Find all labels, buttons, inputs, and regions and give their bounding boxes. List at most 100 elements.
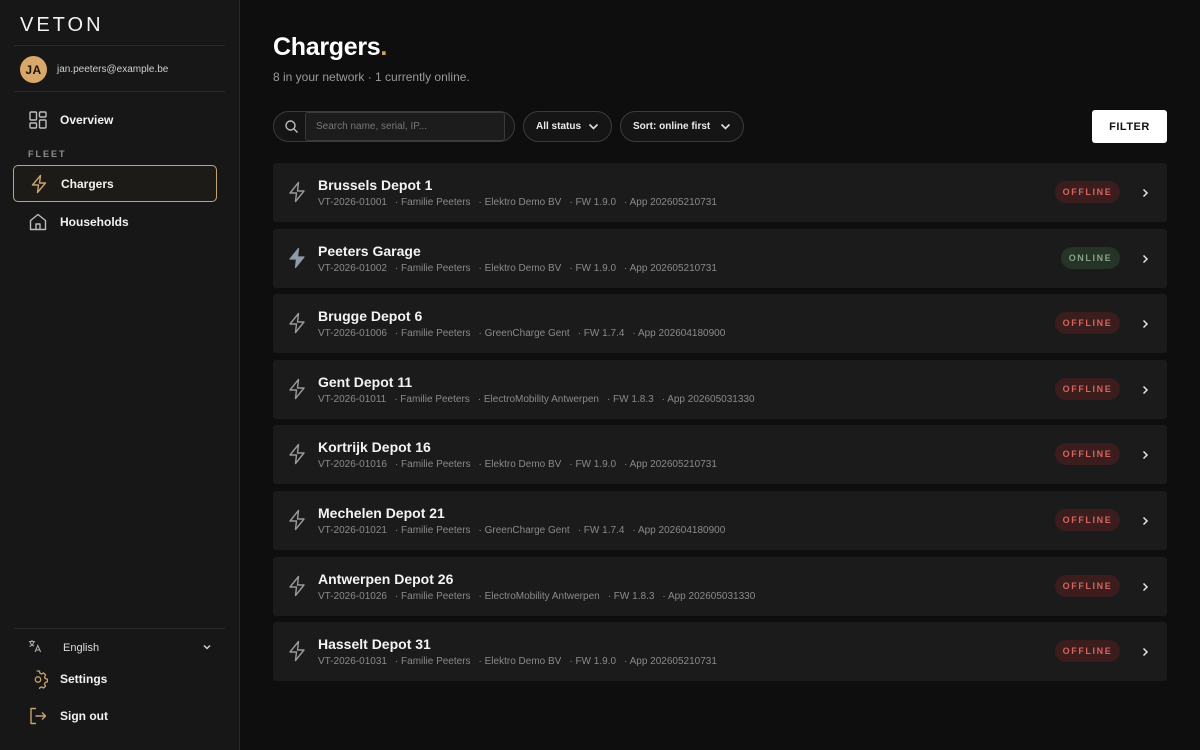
chevron-right-icon: [1139, 645, 1151, 663]
charger-household: · Familie Peeters: [394, 656, 471, 667]
charger-app-version: · App 202605210731: [624, 197, 717, 208]
search-box[interactable]: [273, 111, 515, 142]
chevron-right-icon: [1139, 317, 1151, 335]
charger-name: Brussels Depot 1: [318, 177, 433, 193]
charger-app-version: · App 202605031330: [662, 591, 756, 602]
sidebar-divider: [14, 45, 225, 46]
bolt-icon: [287, 181, 307, 208]
charger-installer: · GreenCharge Gent: [478, 328, 570, 339]
charger-installer: · ElectroMobility Antwerpen: [478, 591, 600, 602]
sidebar-divider: [14, 628, 225, 629]
logout-icon: [27, 705, 49, 727]
charger-row[interactable]: Mechelen Depot 21 VT-2026-01021 · Familie…: [273, 491, 1167, 550]
bolt-icon: [287, 443, 307, 470]
charger-app-version: · App 202605210731: [624, 263, 717, 274]
user-email: jan.peeters@example.be: [57, 64, 169, 75]
charger-installer: · Elektro Demo BV: [478, 459, 562, 470]
charger-app-version: · App 202604180900: [632, 525, 726, 536]
status-badge: OFFLINE: [1055, 575, 1120, 597]
charger-serial: VT-2026-01021: [318, 525, 387, 536]
charger-firmware: · FW 1.9.0: [569, 656, 617, 667]
status-filter-dropdown[interactable]: All status: [523, 111, 612, 142]
charger-serial: VT-2026-01031: [318, 656, 387, 667]
charger-name: Gent Depot 11: [318, 374, 413, 390]
charger-app-version: · App 202605210731: [624, 656, 717, 667]
charger-installer: · GreenCharge Gent: [478, 525, 570, 536]
bolt-icon: [287, 247, 307, 274]
search-input[interactable]: [305, 112, 505, 141]
app-logo[interactable]: VETON: [20, 14, 104, 37]
charger-row[interactable]: Brugge Depot 6 VT-2026-01006 · Familie Pe…: [273, 294, 1167, 353]
chevron-right-icon: [1139, 514, 1151, 532]
charger-household: · Familie Peeters: [394, 328, 471, 339]
charger-row[interactable]: Brussels Depot 1 VT-2026-01001 · Familie …: [273, 163, 1167, 222]
sidebar-item-settings[interactable]: Settings: [13, 660, 217, 697]
sidebar-item-overview[interactable]: Overview: [13, 101, 217, 138]
charger-name: Mechelen Depot 21: [318, 505, 445, 521]
charger-meta: VT-2026-01031 · Familie Peeters · Elektro …: [318, 656, 725, 667]
charger-installer: · Elektro Demo BV: [478, 263, 562, 274]
sort-dropdown[interactable]: Sort: online first: [620, 111, 744, 142]
charger-firmware: · FW 1.9.0: [569, 459, 617, 470]
chevron-right-icon: [1139, 252, 1151, 270]
sidebar-item-signout[interactable]: Sign out: [13, 697, 217, 734]
charger-serial: VT-2026-01001: [318, 197, 387, 208]
charger-firmware: · FW 1.7.4: [577, 525, 625, 536]
sidebar-item-label: Overview: [60, 112, 114, 127]
charger-app-version: · App 202605210731: [624, 459, 717, 470]
charger-installer: · Elektro Demo BV: [478, 197, 562, 208]
status-badge: ONLINE: [1061, 247, 1120, 269]
home-icon: [27, 211, 49, 233]
avatar[interactable]: JA: [20, 56, 47, 83]
charger-firmware: · FW 1.9.0: [569, 263, 617, 274]
charger-serial: VT-2026-01002: [318, 263, 387, 274]
chevron-down-icon: [202, 639, 212, 657]
charger-serial: VT-2026-01026: [318, 591, 387, 602]
sidebar-item-households[interactable]: Households: [13, 203, 217, 240]
status-badge: OFFLINE: [1055, 509, 1120, 531]
charger-name: Peeters Garage: [318, 243, 421, 259]
sidebar: VETON JA jan.peeters@example.be Overview…: [0, 0, 240, 750]
chevron-down-icon: [719, 120, 732, 138]
charger-household: · Familie Peeters: [394, 394, 470, 405]
bolt-icon: [287, 378, 307, 405]
status-filter-label: All status: [536, 121, 582, 132]
charger-row[interactable]: Hasselt Depot 31 VT-2026-01031 · Familie …: [273, 622, 1167, 681]
sidebar-divider: [14, 91, 225, 92]
sidebar-item-label: Chargers: [61, 176, 114, 191]
charger-row[interactable]: Peeters Garage VT-2026-01002 · Familie Pe…: [273, 229, 1167, 288]
page-title-text: Chargers: [273, 33, 381, 61]
charger-name: Antwerpen Depot 26: [318, 571, 454, 587]
user-profile[interactable]: JA jan.peeters@example.be: [20, 56, 168, 83]
charger-household: · Familie Peeters: [394, 459, 471, 470]
charger-household: · Familie Peeters: [394, 197, 471, 208]
filter-button[interactable]: FILTER: [1092, 110, 1167, 143]
charger-meta: VT-2026-01021 · Familie Peeters · GreenCha…: [318, 525, 733, 536]
charger-meta: VT-2026-01011 · Familie Peeters · ElectroM…: [318, 394, 763, 405]
status-badge: OFFLINE: [1055, 378, 1120, 400]
status-badge: OFFLINE: [1055, 312, 1120, 334]
sidebar-item-label: Households: [60, 214, 129, 229]
charger-meta: VT-2026-01002 · Familie Peeters · Elektro …: [318, 263, 725, 274]
page-title-dot: .: [380, 33, 388, 61]
status-badge: OFFLINE: [1055, 443, 1120, 465]
gear-icon: [27, 668, 49, 690]
sidebar-item-label: Sign out: [60, 708, 108, 723]
charger-app-version: · App 202604180900: [632, 328, 726, 339]
page-subtitle: 8 in your network · 1 currently online.: [273, 70, 470, 84]
charger-household: · Familie Peeters: [394, 525, 471, 536]
chevron-right-icon: [1139, 580, 1151, 598]
status-badge: OFFLINE: [1055, 181, 1120, 203]
charger-row[interactable]: Kortrijk Depot 16 VT-2026-01016 · Familie…: [273, 425, 1167, 484]
charger-row[interactable]: Gent Depot 11 VT-2026-01011 · Familie Pee…: [273, 360, 1167, 419]
charger-meta: VT-2026-01026 · Familie Peeters · ElectroM…: [318, 591, 763, 602]
charger-firmware: · FW 1.7.4: [577, 328, 625, 339]
translate-icon: [28, 639, 42, 658]
sidebar-item-chargers[interactable]: Chargers: [13, 165, 217, 202]
charger-installer: · Elektro Demo BV: [478, 656, 562, 667]
charger-meta: VT-2026-01016 · Familie Peeters · Elektro …: [318, 459, 725, 470]
charger-serial: VT-2026-01011: [318, 394, 387, 405]
bolt-icon: [287, 509, 307, 536]
language-selector[interactable]: English: [28, 639, 212, 657]
charger-row[interactable]: Antwerpen Depot 26 VT-2026-01026 · Famili…: [273, 557, 1167, 616]
